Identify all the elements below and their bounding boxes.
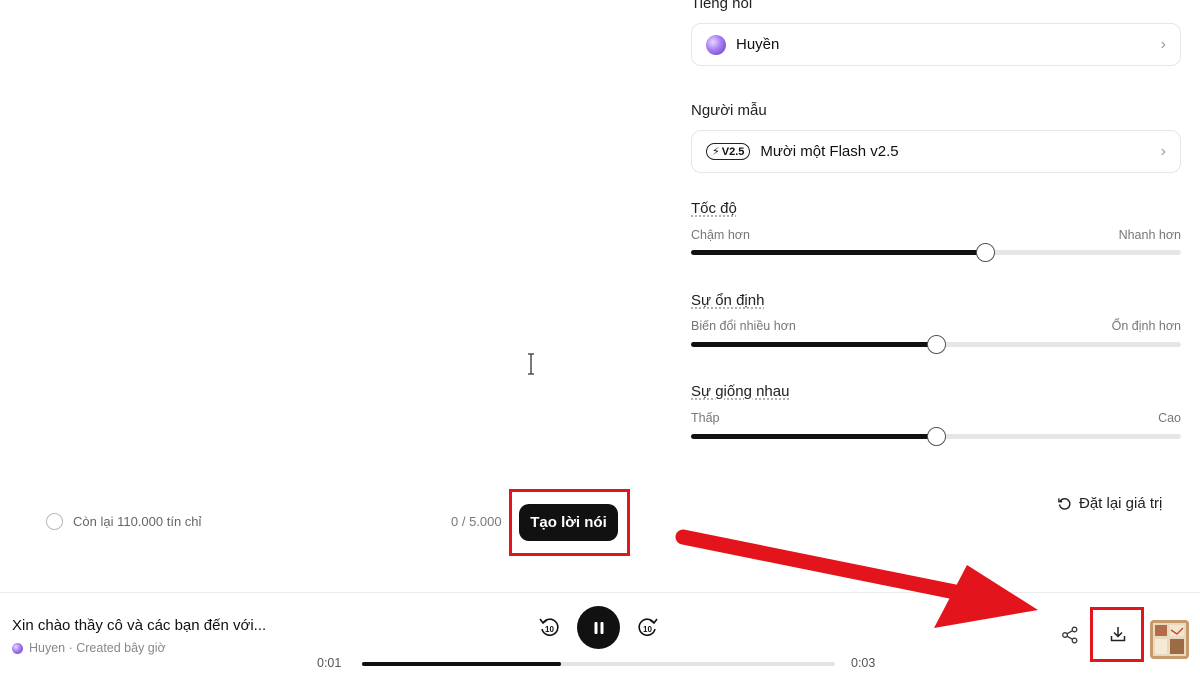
- download-icon: [1110, 627, 1126, 642]
- chevron-right-icon: ›: [1160, 35, 1166, 53]
- pause-button[interactable]: [577, 606, 620, 649]
- track-meta: Huyen · Created bây giờ: [12, 641, 166, 655]
- voice-label: Tiếng nói: [691, 0, 753, 12]
- voice-selector[interactable]: Huyền ›: [691, 23, 1181, 66]
- similarity-slider-fill: [691, 434, 936, 439]
- voice-avatar-icon: [706, 34, 726, 55]
- rewind-10-button[interactable]: 10: [537, 615, 561, 639]
- generate-speech-button[interactable]: Tạo lời nói: [519, 504, 618, 541]
- pause-icon: [594, 621, 603, 634]
- track-title: Xin chào thầy cô và các bạn đến với...: [12, 617, 267, 634]
- stability-min-hint: Biến đổi nhiều hơn: [691, 319, 796, 333]
- speed-slider[interactable]: [691, 243, 1181, 262]
- thumbnail-image: [1150, 620, 1189, 659]
- stability-label: Sự ổn định: [691, 292, 765, 309]
- similarity-max-hint: Cao: [1158, 411, 1181, 425]
- playback-progress-fill: [362, 662, 561, 666]
- forward-10-icon: 10: [638, 618, 658, 636]
- stability-hints: Biến đổi nhiều hơn Ổn định hơn: [691, 319, 1181, 333]
- credits-text: Còn lại 110.000 tín chỉ: [73, 514, 202, 529]
- character-count: 0 / 5.000: [451, 514, 502, 529]
- lightning-icon: ⚡: [712, 146, 720, 158]
- voice-avatar-icon: [12, 642, 23, 654]
- speed-slider-fill: [691, 250, 985, 255]
- reset-icon: [1058, 498, 1071, 510]
- current-time: 0:01: [317, 656, 342, 670]
- annotation-arrow-shaft: [675, 529, 963, 600]
- speed-slider-thumb[interactable]: [976, 243, 995, 262]
- stability-slider-thumb[interactable]: [927, 335, 946, 354]
- model-value: Mười một Flash v2.5: [760, 143, 899, 160]
- chevron-right-icon: ›: [1160, 142, 1166, 160]
- stability-max-hint: Ổn định hơn: [1111, 319, 1181, 333]
- share-icon: [1062, 626, 1078, 644]
- rewind-10-icon: 10: [539, 618, 559, 636]
- reset-label: Đặt lại giá trị: [1079, 495, 1163, 512]
- similarity-slider-thumb[interactable]: [927, 427, 946, 446]
- similarity-hints: Thấp Cao: [691, 411, 1181, 425]
- credits-ring-icon: [46, 513, 63, 530]
- audio-player-bar: Xin chào thầy cô và các bạn đến với... H…: [0, 592, 1200, 675]
- download-button[interactable]: [1108, 624, 1128, 644]
- model-selector[interactable]: ⚡ V2.5 Mười một Flash v2.5 ›: [691, 130, 1181, 173]
- forward-10-label: 10: [643, 625, 652, 634]
- similarity-slider[interactable]: [691, 427, 1181, 446]
- speed-min-hint: Chậm hơn: [691, 228, 750, 242]
- credits-remaining: Còn lại 110.000 tín chỉ: [46, 513, 201, 530]
- speed-hints: Chậm hơn Nhanh hơn: [691, 228, 1181, 242]
- reset-values-button[interactable]: Đặt lại giá trị: [1057, 495, 1162, 512]
- text-editor[interactable]: [0, 0, 660, 590]
- model-label: Người mẫu: [691, 102, 767, 119]
- similarity-min-hint: Thấp: [691, 411, 720, 425]
- model-version-badge: ⚡ V2.5: [706, 143, 751, 160]
- share-button[interactable]: [1060, 625, 1080, 645]
- text-cursor-icon: [528, 353, 534, 375]
- forward-10-button[interactable]: 10: [636, 615, 660, 639]
- speed-label: Tốc độ: [691, 200, 737, 217]
- stability-slider-fill: [691, 342, 936, 347]
- speed-max-hint: Nhanh hơn: [1118, 228, 1181, 242]
- playback-progress-bar[interactable]: [362, 662, 835, 666]
- track-thumbnail[interactable]: [1150, 620, 1189, 659]
- track-meta-text: Huyen · Created bây giờ: [29, 641, 166, 655]
- model-badge-text: V2.5: [721, 145, 745, 158]
- rewind-10-label: 10: [545, 625, 554, 634]
- similarity-label: Sự giống nhau: [691, 383, 790, 400]
- stability-slider[interactable]: [691, 335, 1181, 354]
- voice-value: Huyền: [736, 36, 780, 53]
- total-time: 0:03: [851, 656, 876, 670]
